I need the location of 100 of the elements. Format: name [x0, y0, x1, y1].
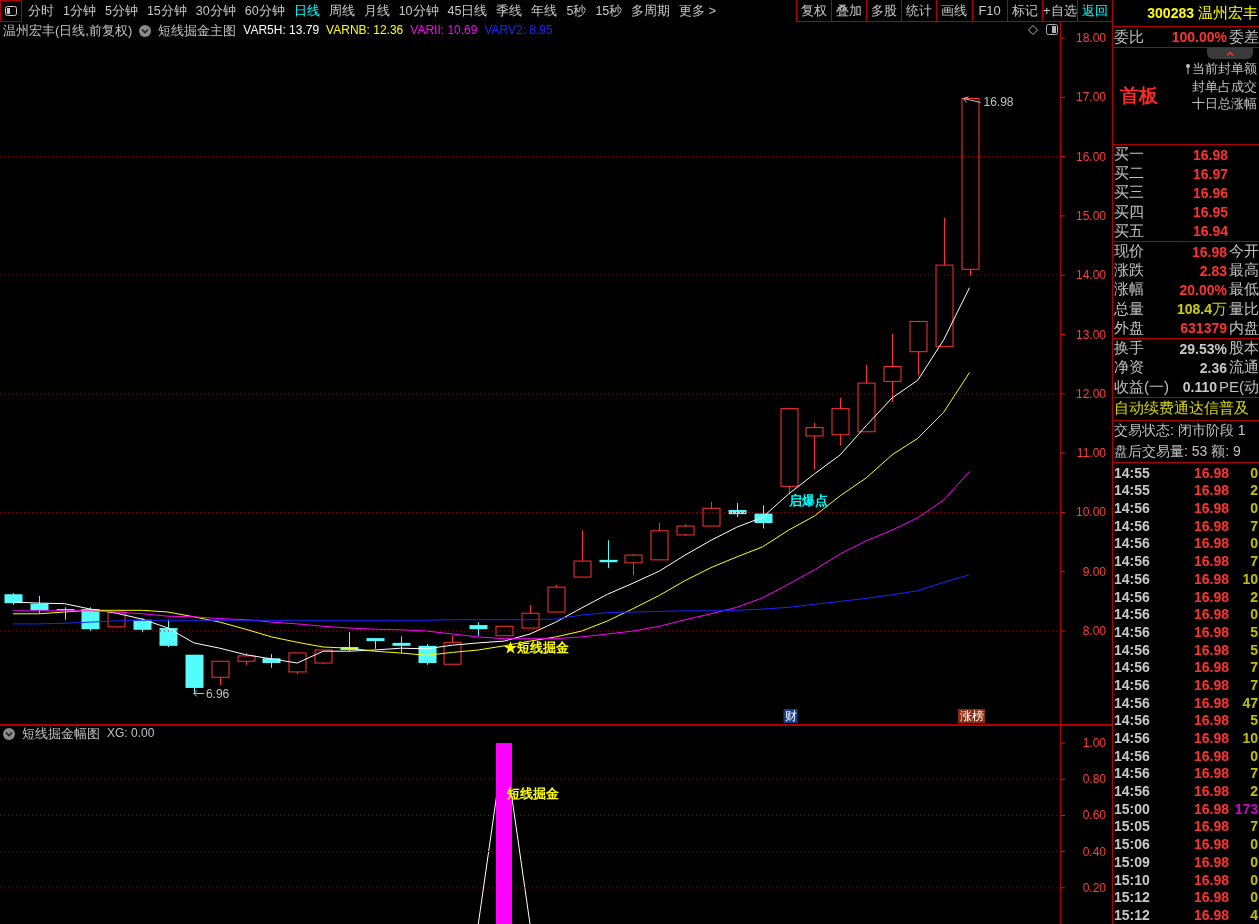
dropdown-icon[interactable] — [3, 727, 15, 740]
candlestick — [133, 617, 152, 633]
field-label: 涨跌 — [1114, 261, 1144, 281]
field-label: 买一 — [1114, 145, 1144, 165]
collapse-tab-button[interactable] — [1207, 48, 1253, 59]
period-tab[interactable]: 分时 — [28, 3, 54, 19]
toolbar-button[interactable]: 复权 — [797, 0, 833, 21]
trade-number: 2 — [1249, 482, 1259, 499]
field-value: 16.95 — [1191, 204, 1228, 221]
trade-time: 14:56 — [1114, 730, 1150, 746]
pin-icon — [1186, 63, 1190, 74]
trade-price: 16.98 — [1192, 641, 1229, 658]
trade-price: 16.98 — [1192, 535, 1229, 552]
period-tab[interactable]: 45日线 — [447, 3, 488, 19]
trade-time: 14:56 — [1114, 535, 1150, 552]
field-label: 外盘 — [1114, 318, 1144, 338]
trade-price: 16.98 — [1192, 517, 1229, 534]
field-label: 内盘 — [1228, 318, 1259, 338]
panel-toggle-button[interactable] — [0, 0, 22, 22]
candlestick — [805, 422, 824, 471]
chart-title: 温州宏丰(日线,前复权) — [3, 23, 133, 38]
dropdown-icon[interactable] — [139, 24, 152, 37]
trade-price: 16.98 — [1192, 889, 1229, 906]
period-tab[interactable]: 5分钟 — [104, 3, 138, 19]
candlestick — [469, 621, 488, 637]
candlestick — [366, 637, 385, 650]
toolbar-button[interactable]: 多股 — [867, 0, 903, 21]
toolbar-button[interactable]: 返回 — [1077, 0, 1112, 21]
axis-label: 10.00 — [1075, 505, 1106, 520]
period-tab[interactable]: 日线 — [293, 3, 320, 19]
period-tab[interactable]: 多周期 — [631, 3, 671, 19]
field-value: 20.00% — [1178, 281, 1227, 298]
trade-number: 7 — [1249, 818, 1259, 835]
trade-price: 16.98 — [1192, 853, 1229, 870]
event-tag[interactable]: 涨榜 — [958, 709, 985, 723]
period-tab[interactable]: 60分钟 — [244, 3, 285, 19]
toolbar-button[interactable]: F10 — [972, 0, 1008, 21]
field-label: 涨幅 — [1114, 280, 1144, 300]
diamond-icon[interactable] — [1028, 25, 1038, 35]
period-tab[interactable]: 年线 — [531, 3, 558, 19]
trade-price: 16.98 — [1192, 553, 1229, 570]
period-tab[interactable]: 30分钟 — [195, 3, 236, 19]
trade-number: 10 — [1241, 730, 1259, 746]
trade-time: 14:56 — [1114, 517, 1150, 534]
candlestick — [30, 595, 49, 614]
period-tab[interactable]: 更多 > — [679, 3, 717, 19]
trade-number: 5 — [1249, 623, 1259, 640]
toolbar-button[interactable]: 画线 — [937, 0, 973, 21]
trade-price: 16.98 — [1192, 676, 1229, 693]
arrow-icon — [963, 96, 981, 103]
trade-time: 15:12 — [1114, 906, 1150, 923]
candlestick — [676, 523, 695, 537]
field-value: 108.4 — [1175, 301, 1212, 318]
trade-price: 16.98 — [1192, 783, 1229, 800]
trade-price: 16.98 — [1192, 800, 1229, 817]
field-label: 买二 — [1114, 164, 1144, 184]
trade-price: 16.98 — [1192, 482, 1229, 499]
toolbar-button[interactable]: 叠加 — [832, 0, 868, 21]
trade-number: 5 — [1249, 712, 1259, 729]
stock-code: 300283 — [1147, 5, 1194, 21]
period-tab[interactable]: 15秒 — [595, 3, 623, 19]
field-value: 631379 — [1179, 320, 1227, 337]
axis-label: 18.00 — [1075, 31, 1106, 45]
candlestick — [702, 501, 721, 527]
candlestick — [754, 504, 773, 529]
trade-price: 16.98 — [1192, 747, 1229, 764]
toolbar-button[interactable]: 标记 — [1007, 0, 1043, 21]
period-tab[interactable]: 15分钟 — [146, 3, 187, 19]
trade-price: 16.98 — [1192, 694, 1229, 711]
candlestick — [4, 592, 23, 606]
field-label: 委差 — [1228, 27, 1259, 47]
period-tab[interactable]: 1分钟 — [63, 3, 96, 19]
candlestick — [237, 652, 256, 666]
trade-number: 0 — [1249, 535, 1259, 552]
axis-label: 9.00 — [1082, 564, 1106, 579]
panel-icon[interactable] — [1046, 24, 1058, 35]
trade-number: 2 — [1249, 783, 1259, 800]
period-tab[interactable]: 5秒 — [566, 3, 587, 19]
toolbar-button[interactable]: +自选 — [1042, 0, 1078, 21]
trade-number: 10 — [1241, 570, 1259, 587]
trade-number: 0 — [1249, 853, 1259, 870]
period-tab[interactable]: 10分钟 — [398, 3, 439, 19]
candlestick — [728, 502, 747, 518]
axis-label: 0.80 — [1082, 772, 1106, 787]
banner-text[interactable]: 自动续费通达信普及 — [1114, 399, 1249, 419]
candlestick — [650, 522, 669, 561]
axis-label: 16.00 — [1075, 149, 1106, 164]
legend-value: VARNB: 12.36 — [326, 23, 404, 38]
unit-label: 万 — [1212, 299, 1227, 319]
trade-time: 14:56 — [1114, 659, 1150, 676]
trade-time: 14:56 — [1114, 606, 1150, 623]
period-tab[interactable]: 季线 — [496, 3, 523, 19]
toolbar-button[interactable]: 统计 — [902, 0, 938, 21]
trade-time: 14:55 — [1114, 464, 1150, 481]
event-tag[interactable]: 财 — [783, 709, 798, 723]
trade-time: 14:56 — [1114, 747, 1150, 764]
price-label: 6.96 — [205, 686, 230, 701]
period-tab[interactable]: 月线 — [363, 3, 390, 19]
period-tab[interactable]: 周线 — [328, 3, 355, 19]
legend-value: XG: 0.00 — [107, 726, 155, 741]
